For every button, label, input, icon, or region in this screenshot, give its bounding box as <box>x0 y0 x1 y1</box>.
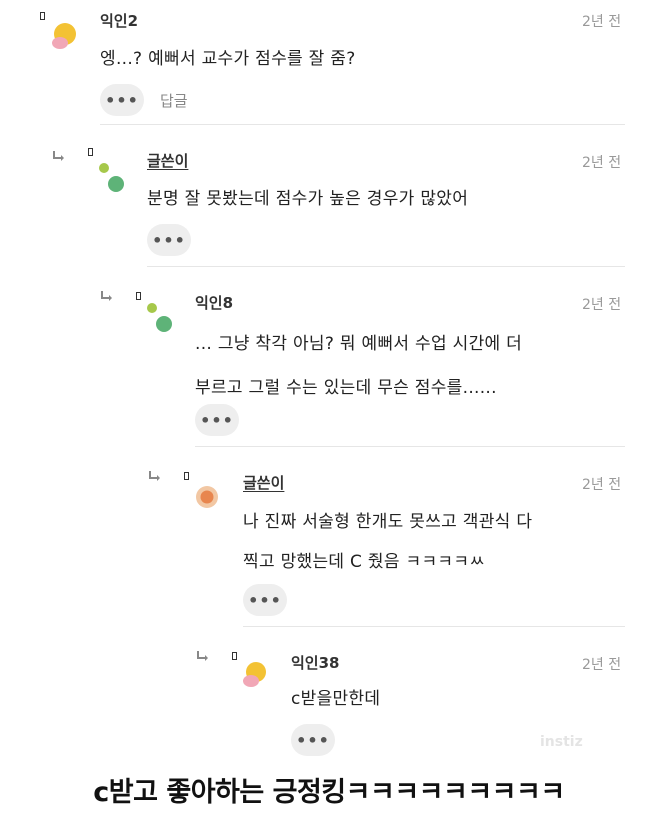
reply-arrow-icon <box>197 651 208 661</box>
avatar-yellow-pink <box>243 662 266 687</box>
comment-line: 엥...? 예뻐서 교수가 점수를 잘 줌? <box>100 49 356 69</box>
comment-body: 엥...? 예뻐서 교수가 점수를 잘 줌? <box>100 42 356 76</box>
avatar-green <box>147 303 172 332</box>
comment-time: 2년 전 <box>582 14 622 30</box>
marker-icon <box>88 148 93 156</box>
avatar-yellow-pink <box>52 23 76 49</box>
more-options-button[interactable]: ••• <box>195 404 239 436</box>
divider <box>147 266 625 267</box>
comment-line: 분명 잘 못봤는데 점수가 높은 경우가 많았어 <box>147 189 469 209</box>
watermark: instiz <box>540 734 583 750</box>
marker-icon <box>184 472 189 480</box>
comment-time: 2년 전 <box>582 657 622 673</box>
comment-line: 나 진짜 서술형 한개도 못쓰고 객관식 다 <box>243 512 533 532</box>
divider <box>243 626 625 627</box>
more-options-button[interactable]: ••• <box>147 224 191 256</box>
divider <box>195 446 625 447</box>
reply-arrow-icon <box>53 151 64 161</box>
reply-arrow-icon <box>101 291 112 301</box>
comment-author[interactable]: 익인2 <box>100 10 138 31</box>
avatar-green <box>99 163 124 192</box>
reply-link[interactable]: 답글 <box>160 90 188 111</box>
marker-icon <box>232 652 237 660</box>
marker-icon <box>40 12 45 20</box>
comment-time: 2년 전 <box>582 155 622 171</box>
comment-author[interactable]: 글쓴이 <box>147 150 188 171</box>
comment-time: 2년 전 <box>582 477 622 493</box>
comment-body: 분명 잘 못봤는데 점수가 높은 경우가 많았어 <box>147 182 468 216</box>
comment-author[interactable]: 익인38 <box>291 652 339 673</box>
comment-author[interactable]: 글쓴이 <box>243 472 284 493</box>
comment-body: c받을만한데 <box>291 682 380 716</box>
comment-line: c받을만한데 <box>291 689 381 709</box>
comment-line: 찍고 망했는데 C 줬음 ㅋㅋㅋㅋㅆ <box>243 552 486 572</box>
comment-line: ... 그냥 착각 아님? 뭐 예뻐서 수업 시간에 더 <box>195 334 523 354</box>
more-options-button[interactable]: ••• <box>100 84 144 116</box>
avatar-orange-ring <box>196 486 218 508</box>
comment-body: 나 진짜 서술형 한개도 못쓰고 객관식 다 찍고 망했는데 C 줬음 ㅋㅋㅋㅋ… <box>243 502 532 582</box>
marker-icon <box>136 292 141 300</box>
meme-caption: c받고 좋아하는 긍정킹ㅋㅋㅋㅋㅋㅋㅋㅋㅋ <box>93 777 565 808</box>
comment-author[interactable]: 익인8 <box>195 292 233 313</box>
more-options-button[interactable]: ••• <box>291 724 335 756</box>
comment-time: 2년 전 <box>582 297 622 313</box>
reply-arrow-icon <box>149 471 160 481</box>
more-options-button[interactable]: ••• <box>243 584 287 616</box>
comment-body: ... 그냥 착각 아님? 뭐 예뻐서 수업 시간에 더 부르고 그럴 수는 있… <box>195 322 522 410</box>
comment-line: 부르고 그럴 수는 있는데 무슨 점수를...... <box>195 378 497 398</box>
divider <box>100 124 625 125</box>
